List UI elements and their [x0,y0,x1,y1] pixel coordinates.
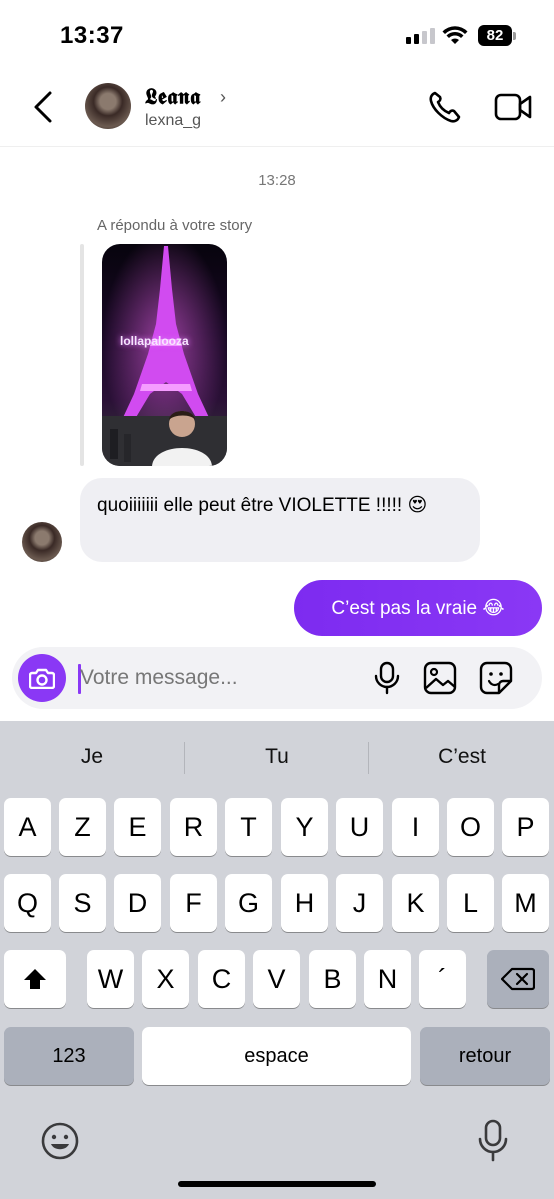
key-h[interactable]: H [281,874,328,932]
key-l[interactable]: L [447,874,494,932]
story-reply-label: A répondu à votre story [97,217,253,234]
key-w[interactable]: W [87,950,134,1008]
reply-indicator-bar [80,244,84,466]
shift-key[interactable] [4,950,66,1008]
incoming-message-bubble[interactable] [80,478,480,562]
key-v[interactable]: V [253,950,300,1008]
shift-arrow-icon [24,969,46,989]
key-c[interactable]: C [198,950,245,1008]
camera-icon [29,668,55,689]
contact-avatar[interactable] [85,83,131,129]
key-f[interactable]: F [170,874,217,932]
dictation-icon[interactable] [476,1119,510,1168]
video-call-icon[interactable] [494,92,534,127]
outgoing-message-bubble[interactable]: C’est pas la vraie 😂 [294,580,542,636]
key-k[interactable]: K [392,874,439,932]
key-j[interactable]: J [336,874,383,932]
emoji-keyboard-icon[interactable] [40,1121,80,1166]
key-m[interactable]: M [502,874,549,932]
key-y[interactable]: Y [281,798,328,856]
incoming-message-text: quoiiiiiii elle peut être VIOLETTE !!!!!… [97,495,428,516]
key-z[interactable]: Z [59,798,106,856]
message-timestamp: 13:28 [258,172,296,189]
key-d[interactable]: D [114,874,161,932]
message-input[interactable] [80,660,350,696]
delete-key[interactable] [487,950,549,1008]
key-p[interactable]: P [502,798,549,856]
key-q[interactable]: Q [4,874,51,932]
contact-username: lexna_g [145,112,202,129]
key-r[interactable]: R [170,798,217,856]
key-u[interactable]: U [336,798,383,856]
key-a[interactable]: A [4,798,51,856]
contact-name[interactable]: 𝕷𝖊𝖆𝖓𝖆 [145,84,201,110]
suggestion-2[interactable]: Tu [187,745,367,769]
battery-icon: 82 [478,25,512,46]
space-key[interactable]: espace [142,1027,411,1085]
phone-call-icon[interactable] [428,90,464,129]
backspace-icon [501,967,535,991]
suggestion-3[interactable]: C’est [372,745,552,769]
status-time: 13:37 [60,22,124,49]
microphone-icon[interactable] [372,661,402,700]
sender-avatar[interactable] [22,522,62,562]
story-logo-text: lollapalooza [120,334,189,348]
chevron-right-icon[interactable]: › [220,87,226,108]
home-indicator [178,1181,376,1187]
header-divider [0,146,554,147]
sticker-icon[interactable] [479,661,513,700]
back-button[interactable] [30,90,58,129]
key-i[interactable]: I [392,798,439,856]
suggestion-divider [184,742,185,774]
camera-button[interactable] [18,654,66,702]
wifi-icon [442,25,468,50]
key-b[interactable]: B [309,950,356,1008]
gallery-icon[interactable] [423,661,457,700]
story-thumbnail[interactable]: lollapalooza [102,244,227,466]
key-e[interactable]: E [114,798,161,856]
key-t[interactable]: T [225,798,272,856]
eiffel-tower-illustration [102,244,227,466]
suggestion-1[interactable]: Je [2,745,182,769]
key-accent[interactable]: ´ [419,950,466,1008]
cellular-signal-icon [406,28,435,44]
key-s[interactable]: S [59,874,106,932]
key-x[interactable]: X [142,950,189,1008]
battery-nub [513,32,516,40]
return-key[interactable]: retour [420,1027,550,1085]
key-n[interactable]: N [364,950,411,1008]
numbers-key[interactable]: 123 [4,1027,134,1085]
key-g[interactable]: G [225,874,272,932]
suggestion-divider [368,742,369,774]
key-o[interactable]: O [447,798,494,856]
